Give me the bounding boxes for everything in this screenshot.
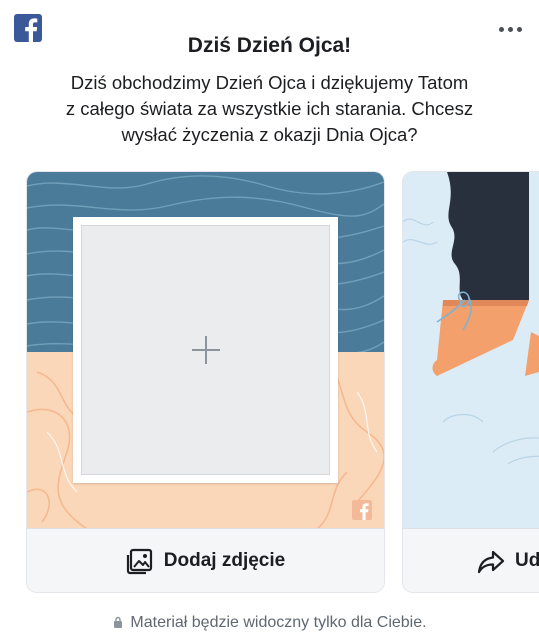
description: Dziś obchodzimy Dzień Ojca i dziękujemy … [22, 70, 517, 148]
add-photo-label: Dodaj zdjęcie [163, 549, 286, 571]
share-card[interactable]: Ud [403, 172, 539, 592]
photo-frame [73, 217, 338, 483]
share-button[interactable]: Ud [403, 528, 539, 592]
description-line: Dziś obchodzimy Dzień Ojca i dziękujemy … [70, 72, 469, 93]
add-photo-slot[interactable] [81, 225, 330, 475]
add-photo-button[interactable]: Dodaj zdjęcie [27, 528, 384, 592]
card-artwork [403, 172, 539, 529]
plus-icon [191, 336, 220, 364]
more-dot [516, 26, 522, 32]
photo-frame-card[interactable]: Dodaj zdjęcie [27, 172, 384, 592]
share-arrow-icon [477, 550, 505, 573]
description-line: wysłać życzenia z okazji Dnia Ojca? [121, 124, 418, 145]
more-dot [498, 26, 504, 32]
lock-icon [114, 616, 123, 628]
add-photo-icon [126, 548, 152, 574]
visibility-note-text: Materiał będzie widoczny tylko dla Ciebi… [130, 614, 427, 631]
description-line: z całego świata za wszystkie ich starani… [65, 98, 474, 119]
share-label: Ud [515, 549, 539, 571]
visibility-note: Materiał będzie widoczny tylko dla Ciebi… [0, 614, 539, 632]
page-title: Dziś Dzień Ojca! [187, 34, 352, 57]
facebook-watermark-icon [352, 500, 372, 520]
more-dot [507, 26, 513, 32]
